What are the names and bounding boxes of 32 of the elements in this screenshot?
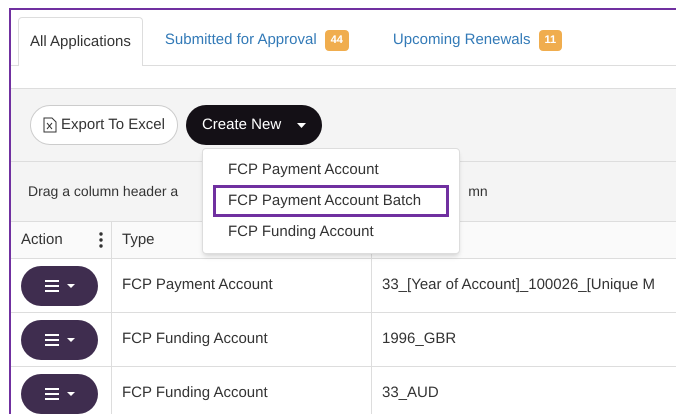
menu-icon (44, 334, 58, 346)
caret-icon (66, 284, 74, 288)
count-badge: 11 (538, 30, 562, 51)
row-action-button[interactable] (21, 374, 98, 414)
menu-item[interactable]: FCP Funding Account (213, 217, 449, 247)
create-new-button[interactable]: Create New (186, 105, 322, 145)
column-header: Type (122, 230, 155, 250)
table-cell-text: FCP Funding Account (122, 383, 268, 404)
menu-icon (44, 280, 58, 292)
table-cell-text: 33_[Year of Account]_100026_[Unique M (382, 275, 655, 296)
menu-item[interactable]: FCP Payment Account (213, 155, 449, 185)
tab[interactable]: Upcoming Renewals 11 (370, 16, 584, 65)
excel-file-icon (43, 117, 57, 133)
group-hint: mn (468, 182, 488, 201)
menu-item[interactable]: FCP Payment Account Batch (213, 185, 449, 217)
table-cell-text: FCP Payment Account (122, 275, 273, 296)
caret-icon (297, 122, 306, 128)
column-header: Action (21, 230, 63, 250)
caret-icon (66, 338, 74, 342)
tab[interactable]: Submitted for Approval 44 (142, 16, 371, 65)
column-menu-icon (99, 232, 103, 248)
table-cell-text: 33_AUD (382, 383, 439, 404)
tab[interactable]: All Applications (18, 17, 143, 66)
export-button[interactable]: Export To Excel (30, 105, 178, 145)
table-cell-text: FCP Funding Account (122, 329, 268, 350)
group-hint: Drag a column header a (28, 182, 178, 201)
caret-icon (66, 392, 74, 396)
count-badge: 44 (324, 30, 349, 51)
menu-icon (44, 388, 58, 400)
table-cell-text: 1996_GBR (382, 329, 456, 350)
row-action-button[interactable] (21, 266, 98, 306)
row-action-button[interactable] (21, 320, 98, 360)
